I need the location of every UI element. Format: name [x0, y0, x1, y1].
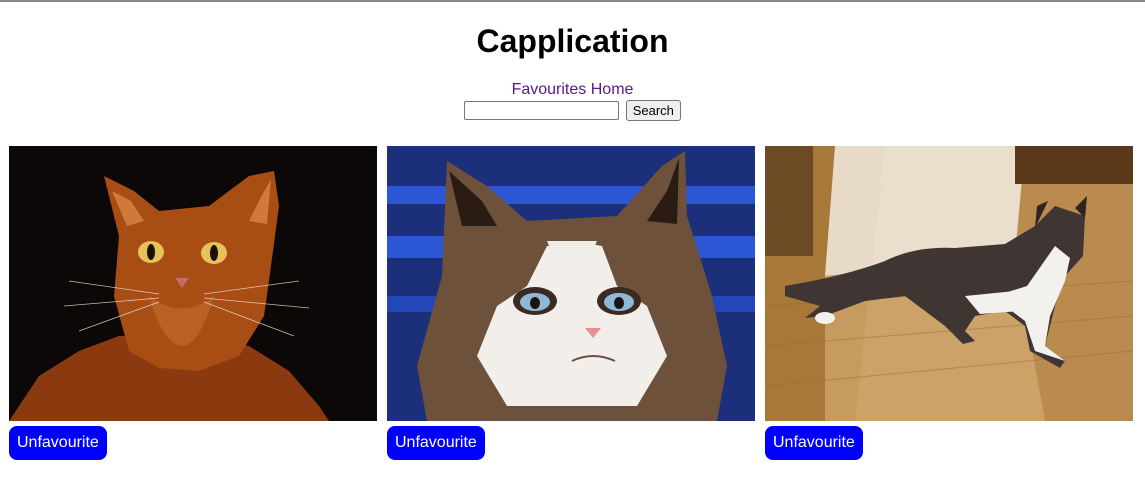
search-form: Search — [0, 100, 1145, 121]
cat-photo — [9, 146, 377, 421]
nav-links: Favourites Home — [0, 80, 1145, 100]
cat-card: Unfavourite — [765, 146, 1133, 460]
search-input[interactable] — [464, 101, 620, 120]
page-title: Capplication — [476, 23, 669, 59]
cat-photo — [765, 146, 1133, 421]
unfavourite-button[interactable]: Unfavourite — [765, 426, 863, 460]
home-link[interactable]: Home — [591, 81, 634, 98]
cat-photo — [387, 146, 755, 421]
unfavourite-button[interactable]: Unfavourite — [387, 426, 485, 460]
unfavourite-button[interactable]: Unfavourite — [9, 426, 107, 460]
cat-card: Unfavourite — [9, 146, 377, 460]
favourites-link[interactable]: Favourites — [512, 81, 587, 98]
search-button[interactable]: Search — [625, 100, 681, 121]
top-divider — [0, 0, 1145, 2]
cat-card: Unfavourite — [387, 146, 755, 460]
